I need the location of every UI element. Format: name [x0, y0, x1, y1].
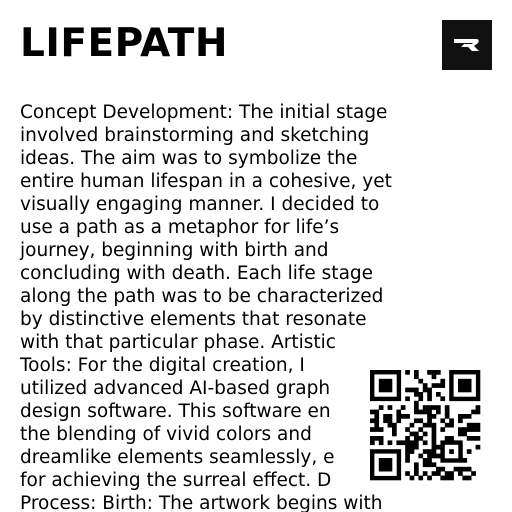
qr-code-graphic — [370, 370, 481, 481]
article-line: by distinctive elements that resonate — [20, 309, 367, 330]
qr-code-icon[interactable] — [366, 366, 484, 484]
article-line: Concept Development: The initial stage — [20, 102, 388, 123]
article-line: involved brainstorming and sketching — [20, 125, 370, 146]
article-line: along the path was to be characterized — [20, 286, 384, 307]
article-line: journey, beginning with birth and — [20, 240, 329, 261]
page-title: LIFEPATH — [20, 21, 229, 66]
article-line: with that particular phase. Artistic — [20, 332, 336, 353]
article-line: entire human lifespan in a cohesive, yet — [20, 171, 392, 192]
article-line: concluding with death. Each life stage — [20, 263, 374, 284]
brand-logo-icon[interactable] — [442, 20, 492, 70]
article-line: use a path as a metaphor for life’s — [20, 217, 340, 238]
article-line: visually engaging manner. I decided to — [20, 194, 380, 215]
article-line: Process: Birth: The artwork begins with — [20, 493, 383, 512]
article-line: ideas. The aim was to symbolize the — [20, 148, 358, 169]
logo-mark-icon — [454, 39, 479, 51]
